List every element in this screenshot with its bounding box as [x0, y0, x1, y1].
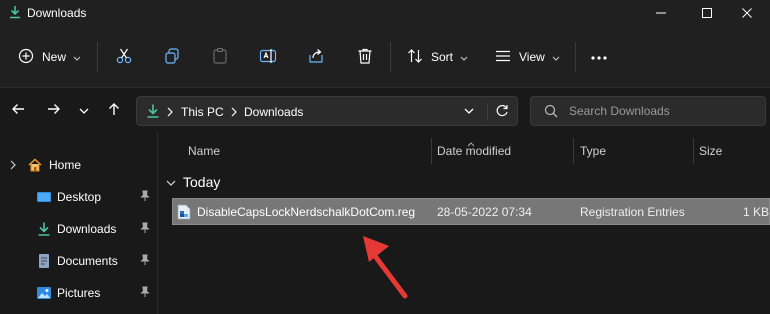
search-box: [530, 96, 766, 126]
file-row[interactable]: DisableCapsLockNerdschalkDotCom.reg 28-0…: [172, 198, 770, 225]
sidebar-item-label: Documents: [57, 254, 118, 268]
window-title: Downloads: [27, 6, 87, 20]
registry-file-icon: [177, 204, 191, 223]
column-header-size[interactable]: Size: [699, 144, 722, 158]
rename-icon: [259, 47, 277, 68]
add-icon: [18, 48, 34, 67]
documents-icon: [36, 253, 52, 272]
copy-icon: [163, 47, 181, 68]
address-bar[interactable]: This PC Downloads: [136, 96, 518, 126]
view-icon: [495, 48, 511, 67]
more-options-button[interactable]: [590, 44, 608, 70]
chevron-right-icon[interactable]: [10, 159, 16, 173]
address-history-button[interactable]: [463, 105, 475, 120]
arrow-left-icon: [11, 102, 25, 119]
toolbar-divider: [575, 42, 576, 72]
download-icon: [36, 221, 52, 240]
arrow-up-icon: [107, 102, 121, 119]
pin-icon: [140, 190, 150, 205]
column-header-date-modified[interactable]: Date modified: [437, 144, 511, 158]
sidebar-item-documents[interactable]: Documents: [0, 246, 158, 274]
delete-button[interactable]: [356, 44, 374, 70]
download-icon: [145, 103, 161, 122]
more-icon: [590, 50, 608, 64]
new-button[interactable]: New: [18, 44, 81, 70]
chevron-down-icon: [460, 50, 468, 64]
sidebar-item-downloads[interactable]: Downloads: [0, 214, 158, 242]
address-divider: [487, 103, 488, 121]
navigation-bar: This PC Downloads: [0, 88, 770, 132]
sidebar-item-label: Home: [49, 158, 82, 172]
refresh-button[interactable]: [495, 104, 509, 121]
share-button[interactable]: [307, 44, 325, 70]
command-bar: New Sort View: [0, 26, 770, 88]
file-size: 1 KB: [743, 205, 770, 219]
column-headers: Name Date modified Type Size: [158, 136, 770, 166]
chevron-down-icon: [73, 50, 81, 64]
sidebar-item-label: Pictures: [57, 286, 101, 300]
sort-label: Sort: [431, 50, 454, 64]
column-divider[interactable]: [693, 138, 694, 164]
column-divider[interactable]: [573, 138, 574, 164]
chevron-down-icon: [79, 103, 89, 117]
pin-icon: [140, 254, 150, 269]
desktop-icon: [36, 189, 52, 208]
refresh-icon: [496, 104, 508, 117]
forward-button[interactable]: [44, 100, 64, 120]
chevron-down-icon: [552, 50, 560, 64]
toolbar-divider: [97, 42, 98, 72]
sidebar-item-desktop[interactable]: Desktop: [0, 182, 158, 210]
sidebar-item-label: Downloads: [57, 222, 117, 236]
paste-button[interactable]: [211, 44, 229, 70]
pin-icon: [140, 286, 150, 301]
trash-icon: [356, 47, 374, 68]
rename-button[interactable]: [259, 44, 277, 70]
column-header-type[interactable]: Type: [580, 144, 606, 158]
clipboard-icon: [211, 47, 229, 68]
copy-button[interactable]: [163, 44, 181, 70]
search-input[interactable]: [569, 103, 759, 119]
sort-icon: [407, 48, 423, 67]
breadcrumb-this-pc[interactable]: This PC: [181, 105, 224, 119]
view-label: View: [519, 50, 545, 64]
sort-button[interactable]: Sort: [407, 44, 468, 70]
column-header-name[interactable]: Name: [188, 144, 220, 158]
sidebar-item-home[interactable]: Home: [0, 150, 158, 178]
file-type: Registration Entries: [580, 205, 685, 219]
search-icon: [544, 104, 558, 121]
home-icon: [27, 157, 43, 176]
back-button[interactable]: [8, 100, 28, 120]
sidebar-item-label: Desktop: [57, 190, 102, 204]
column-divider[interactable]: [431, 138, 432, 164]
group-header-today[interactable]: Today: [166, 172, 220, 192]
arrow-right-icon: [47, 102, 61, 119]
up-button[interactable]: [104, 100, 124, 120]
chevron-right-icon: [167, 106, 173, 120]
pictures-icon: [36, 285, 52, 304]
chevron-right-icon: [231, 106, 237, 120]
sidebar-item-pictures[interactable]: Pictures: [0, 278, 158, 306]
annotation-arrow: [355, 230, 415, 305]
view-button[interactable]: View: [495, 44, 560, 70]
share-icon: [307, 47, 325, 68]
recent-locations-button[interactable]: [74, 100, 94, 120]
download-icon: [8, 5, 22, 19]
file-date-modified: 28-05-2022 07:34: [437, 205, 532, 219]
breadcrumb-downloads[interactable]: Downloads: [244, 105, 303, 119]
cut-button[interactable]: [115, 44, 133, 70]
navigation-pane: Home Desktop Downloads Documents Picture…: [0, 132, 158, 314]
close-button[interactable]: [724, 0, 770, 26]
toolbar-divider: [390, 42, 391, 72]
minimize-button[interactable]: [638, 0, 684, 26]
scissors-icon: [115, 47, 133, 68]
title-bar: Downloads: [0, 0, 770, 26]
group-label: Today: [183, 174, 221, 190]
pin-icon: [140, 222, 150, 237]
chevron-down-icon: [166, 175, 176, 189]
file-name: DisableCapsLockNerdschalkDotCom.reg: [197, 205, 416, 219]
new-label: New: [42, 50, 67, 64]
